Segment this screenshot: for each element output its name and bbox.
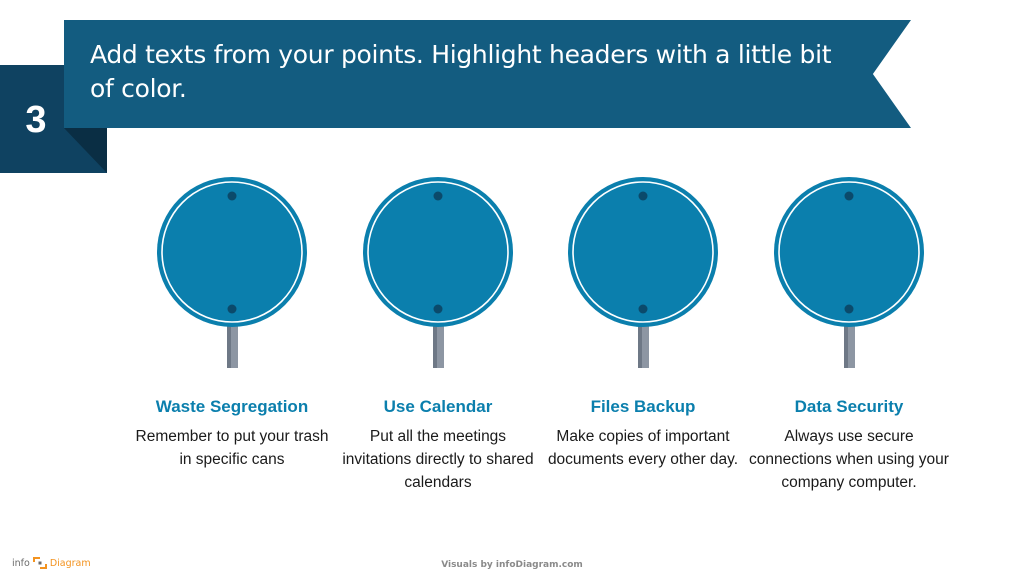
round-sign-4 xyxy=(773,176,925,368)
point-header: Files Backup xyxy=(590,397,696,416)
round-sign-2 xyxy=(362,176,514,368)
point-use-calendar: Use Calendar Put all the meetings invita… xyxy=(338,394,538,494)
footer-credit: Visuals by infoDiagram.com xyxy=(441,560,583,570)
point-files-backup: Files Backup Make copies of important do… xyxy=(543,394,743,471)
point-header: Data Security xyxy=(794,397,904,416)
round-sign-3 xyxy=(567,176,719,368)
point-description: Make copies of important documents every… xyxy=(547,428,739,468)
road-sign-icon xyxy=(363,177,513,368)
round-sign-1 xyxy=(156,176,308,368)
point-description: Always use secure connections when using… xyxy=(749,428,949,491)
road-sign-icon xyxy=(568,177,718,368)
step-number: 3 xyxy=(25,99,47,141)
point-description: Put all the meetings invitations directl… xyxy=(342,428,534,491)
point-description: Remember to put your trash in specific c… xyxy=(135,428,329,468)
point-header: Use Calendar xyxy=(383,397,493,416)
road-sign-icon xyxy=(157,177,307,368)
point-header: Waste Segregation xyxy=(155,397,309,416)
slide-title: Add texts from your points. Highlight he… xyxy=(90,40,832,103)
point-data-security: Data Security Always use secure connecti… xyxy=(749,394,949,494)
road-sign-icon xyxy=(774,177,924,368)
point-waste-segregation: Waste Segregation Remember to put your t… xyxy=(132,394,332,471)
